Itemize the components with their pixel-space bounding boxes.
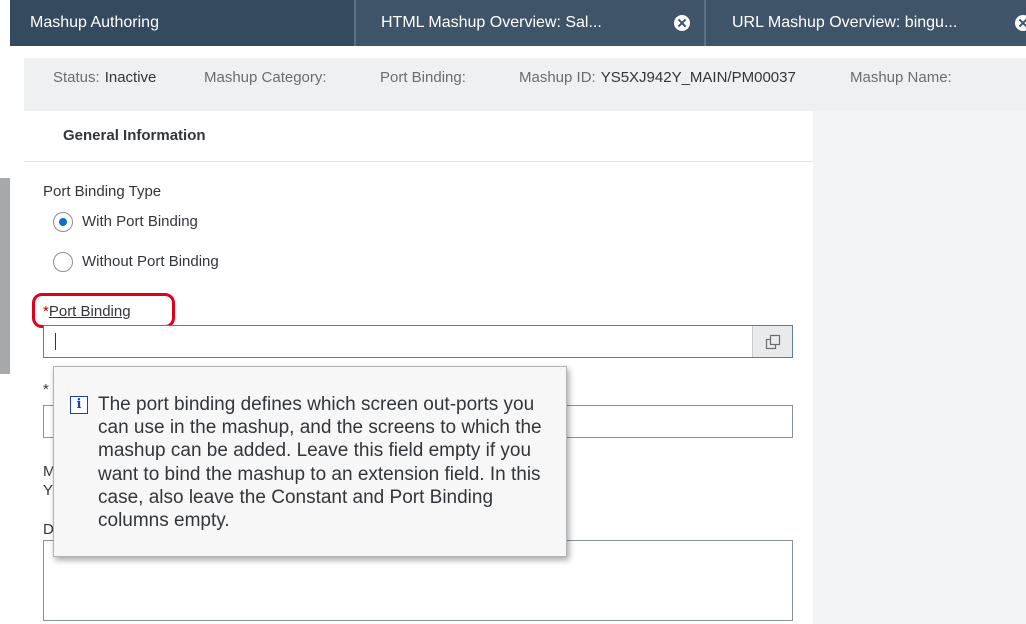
- section-divider: [24, 161, 813, 162]
- tab-label: Mashup Authoring: [30, 14, 159, 31]
- tab-label: URL Mashup Overview: bingu...: [732, 14, 958, 31]
- scroll-indicator[interactable]: [0, 178, 10, 374]
- mashup-name-field: Mashup Name:: [850, 69, 952, 86]
- radio-without-port-binding-label[interactable]: Without Port Binding: [82, 253, 219, 270]
- category-label: Mashup Category:: [204, 69, 327, 86]
- required-marker-2: *: [43, 381, 49, 398]
- mashup-id-label: Mashup ID:: [519, 69, 596, 86]
- partial-value-y: Y: [43, 482, 54, 499]
- port-binding-header-label: Port Binding:: [380, 69, 466, 86]
- port-binding-type-label: Port Binding Type: [43, 183, 162, 200]
- close-icon[interactable]: [1015, 15, 1026, 31]
- mashup-id-field: Mashup ID: YS5XJ942Y_MAIN/PM00037: [519, 69, 796, 86]
- tab-bar: Mashup Authoring HTML Mashup Overview: S…: [10, 0, 1026, 46]
- port-binding-input[interactable]: [43, 325, 793, 358]
- status-field: Status: Inactive: [53, 69, 156, 86]
- radio-with-port-binding-label[interactable]: With Port Binding: [82, 213, 198, 230]
- radio-with-port-binding[interactable]: [53, 212, 73, 232]
- section-title: General Information: [63, 127, 206, 144]
- radio-without-port-binding[interactable]: [53, 252, 73, 272]
- mashup-name-label: Mashup Name:: [850, 69, 952, 86]
- tab-html-mashup-overview[interactable]: HTML Mashup Overview: Sal...: [356, 0, 704, 46]
- tab-mashup-authoring[interactable]: Mashup Authoring: [10, 0, 354, 46]
- mashup-id-value: YS5XJ942Y_MAIN/PM00037: [600, 69, 796, 86]
- status-label: Status:: [53, 69, 100, 86]
- info-icon: i: [70, 396, 88, 414]
- port-binding-label: *Port Binding: [43, 303, 131, 320]
- port-binding-field: Port Binding:: [380, 69, 466, 86]
- tooltip-text: The port binding defines which screen ou…: [98, 394, 542, 532]
- side-panel: [813, 111, 1026, 624]
- object-header: Status: Inactive Mashup Category: Port Bi…: [24, 58, 1026, 111]
- value-help-icon[interactable]: [752, 326, 792, 357]
- category-field: Mashup Category:: [204, 69, 327, 86]
- tab-url-mashup-overview[interactable]: URL Mashup Overview: bingu...: [706, 0, 1026, 46]
- status-value: Inactive: [104, 69, 157, 86]
- text-cursor: [55, 333, 56, 350]
- info-tooltip: i The port binding defines which screen …: [53, 366, 567, 557]
- close-icon[interactable]: [674, 15, 690, 31]
- port-binding-label-text[interactable]: Port Binding: [49, 303, 131, 320]
- tab-label: HTML Mashup Overview: Sal...: [381, 14, 602, 31]
